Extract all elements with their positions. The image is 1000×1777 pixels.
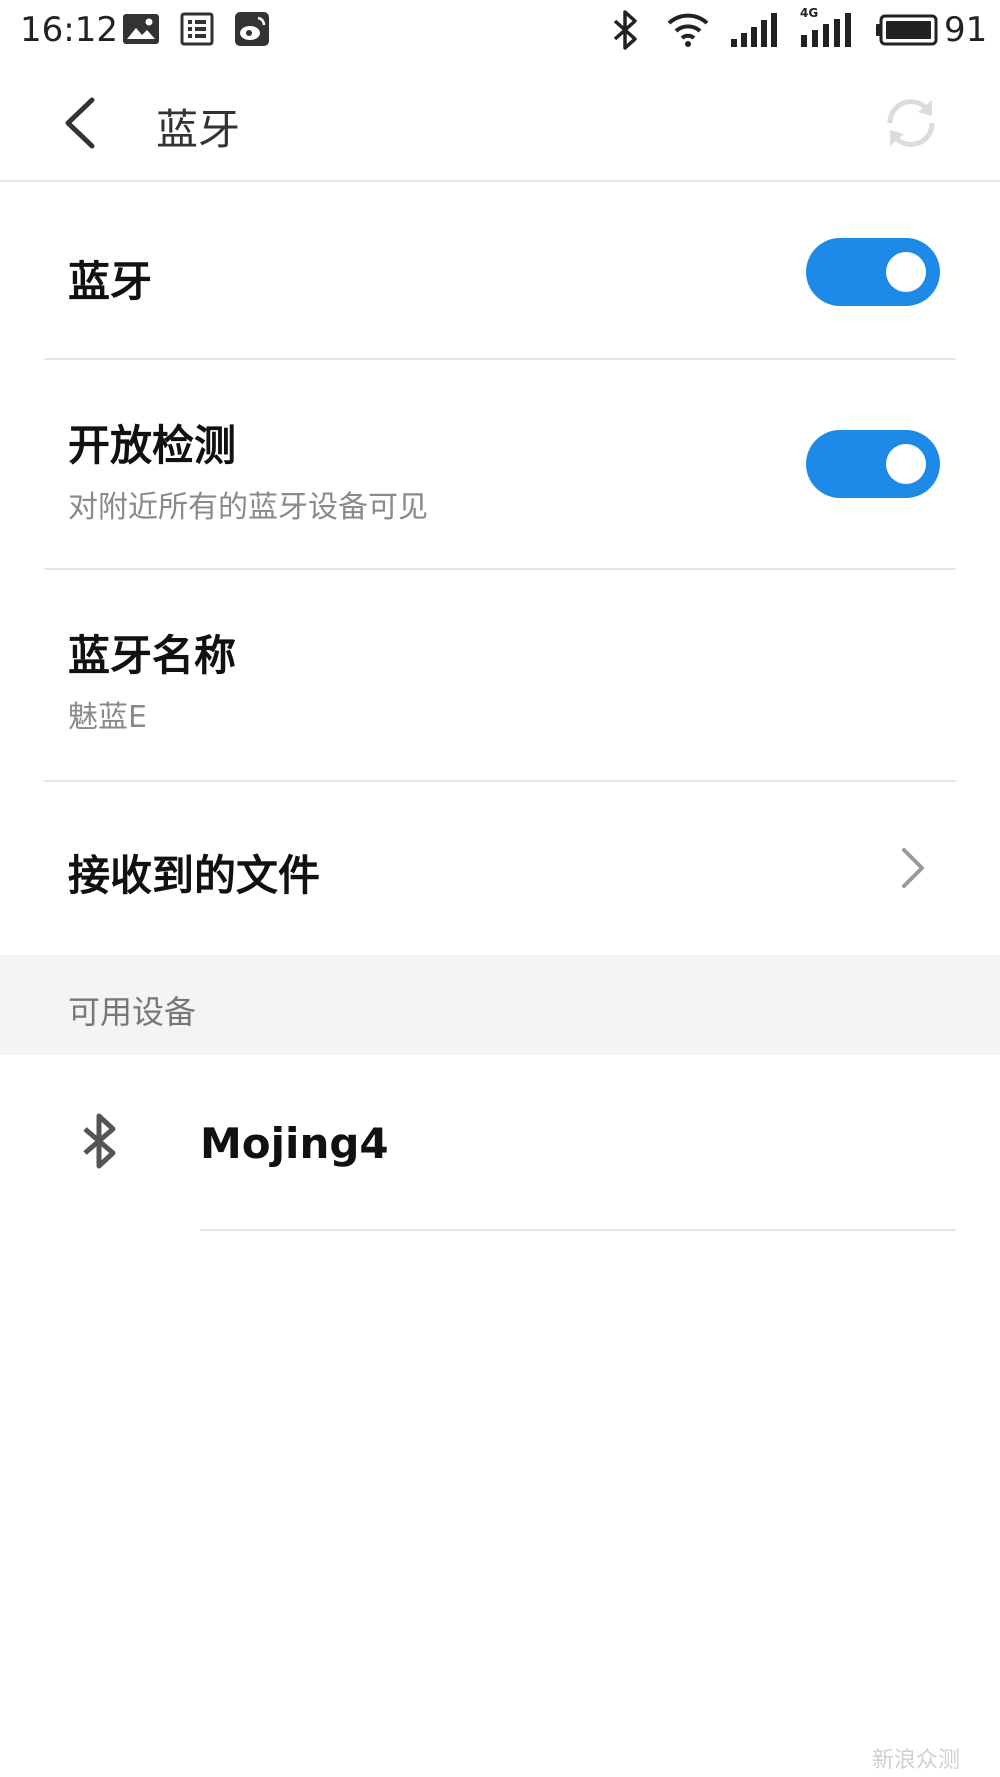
received-files-title: 接收到的文件 [68, 851, 321, 900]
watermark-text: 新浪众测 [872, 1748, 961, 1773]
signal-icon [730, 13, 782, 51]
signal-4g-icon [800, 13, 854, 51]
page-title: 蓝牙 [156, 105, 241, 154]
weibo-icon [234, 11, 270, 51]
toggle-knob [886, 444, 926, 484]
available-devices-title: 可用设备 [68, 993, 197, 1031]
gallery-icon [122, 13, 160, 49]
wifi-icon [666, 12, 710, 52]
back-arrow-icon[interactable] [58, 96, 108, 150]
bluetooth-name-row[interactable]: 蓝牙名称 魅蓝E [0, 570, 1000, 782]
discoverable-row-subtitle: 对附近所有的蓝牙设备可见 [68, 490, 428, 525]
discoverable-row-title: 开放检测 [68, 421, 237, 470]
app-header: 蓝牙 [0, 62, 1000, 182]
status-bar: 16:12 4G 91 [0, 0, 1000, 62]
bluetooth-name-value: 魅蓝E [68, 700, 147, 735]
battery-level: 91 [944, 10, 988, 50]
chevron-right-icon [896, 846, 930, 890]
status-time: 16:12 [20, 10, 118, 50]
device-name: Mojing4 [200, 1119, 389, 1168]
device-list-item[interactable]: Mojing4 [0, 1055, 1000, 1231]
bluetooth-toggle-switch[interactable] [806, 238, 940, 306]
bluetooth-toggle-row[interactable]: 蓝牙 [0, 182, 1000, 360]
bluetooth-row-title: 蓝牙 [68, 257, 153, 306]
toggle-knob [886, 252, 926, 292]
notes-icon [180, 12, 214, 50]
battery-icon [876, 14, 938, 50]
bluetooth-settings-screen: 16:12 4G 91 蓝牙 蓝牙 开放检测 对附近所有的蓝牙设备可见 蓝牙名称… [0, 0, 1000, 1777]
received-files-row[interactable]: 接收到的文件 [0, 782, 1000, 955]
bluetooth-name-title: 蓝牙名称 [68, 631, 237, 680]
refresh-icon[interactable] [880, 92, 942, 154]
divider [200, 1229, 956, 1231]
available-devices-section-header: 可用设备 [0, 955, 1000, 1055]
bluetooth-icon [612, 10, 640, 54]
discoverable-toggle-switch[interactable] [806, 430, 940, 498]
discoverable-toggle-row[interactable]: 开放检测 对附近所有的蓝牙设备可见 [0, 360, 1000, 570]
bluetooth-icon [80, 1113, 120, 1169]
